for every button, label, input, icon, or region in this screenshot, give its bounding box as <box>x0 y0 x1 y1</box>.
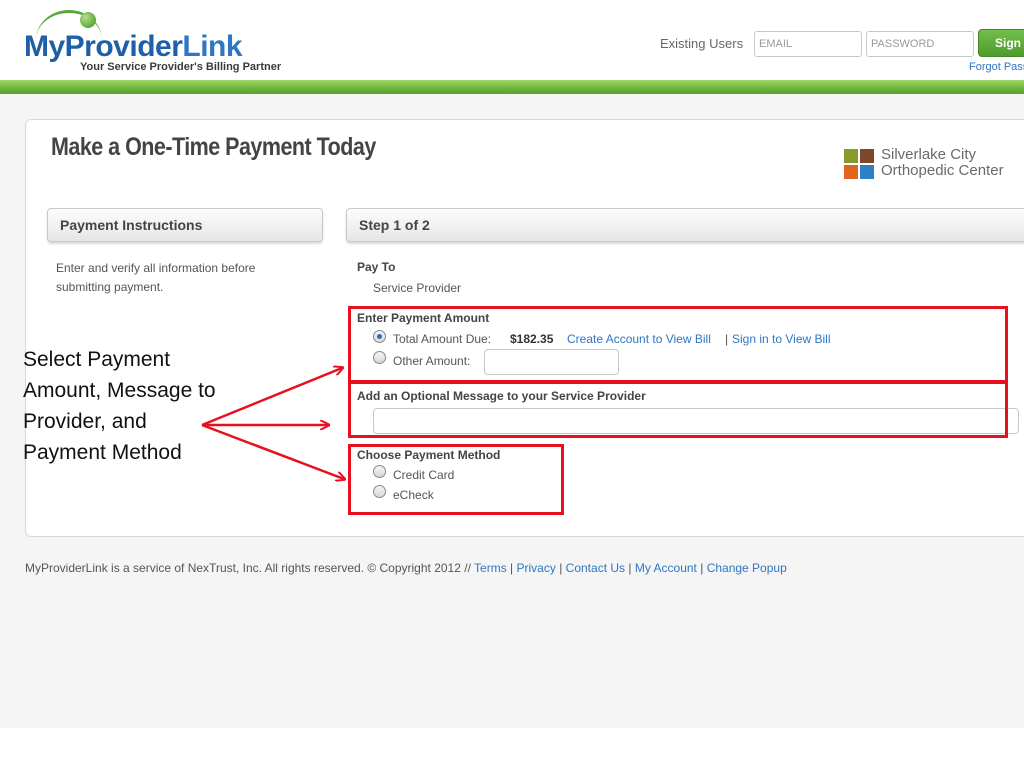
logo-square-olive <box>844 149 858 163</box>
highlight-method-box <box>348 444 564 515</box>
site-footer: MyProviderLink is a service of NexTrust,… <box>25 561 787 575</box>
footer-link-my-account[interactable]: My Account <box>635 561 697 575</box>
provider-name-line2: Orthopedic Center <box>881 162 1004 179</box>
header-green-bar <box>0 80 1024 94</box>
annotation-line: Select Payment <box>23 348 171 371</box>
pay-to-label: Pay To <box>357 260 396 274</box>
logo-tagline: Your Service Provider's Billing Partner <box>80 61 282 73</box>
step-header: Step 1 of 2 <box>346 208 1024 242</box>
sign-in-button[interactable]: Sign <box>978 29 1024 57</box>
password-field[interactable] <box>866 31 974 57</box>
provider-name: Silverlake City Orthopedic Center <box>881 147 1004 179</box>
forgot-password-link[interactable]: Forgot Pass <box>969 61 1024 73</box>
footer-link-privacy[interactable]: Privacy <box>517 561 556 575</box>
pay-to-value: Service Provider <box>373 281 462 295</box>
step-header-label: Step 1 of 2 <box>359 217 430 233</box>
annotation-line: Payment Method <box>23 441 182 464</box>
instructions-header-label: Payment Instructions <box>60 217 203 233</box>
footer-text: MyProviderLink is a service of NexTrust,… <box>25 561 471 575</box>
instructions-text: Enter and verify all information before … <box>56 261 256 294</box>
logo-text-a: MyProvider <box>24 30 183 63</box>
email-field[interactable] <box>754 31 862 57</box>
highlight-message-box <box>348 381 1008 438</box>
footer-separator: | <box>628 561 632 575</box>
logo-wordmark: MyProviderLink <box>24 30 243 64</box>
footer-link-terms[interactable]: Terms <box>474 561 507 575</box>
logo-square-orange <box>844 165 858 179</box>
existing-users-label: Existing Users <box>660 36 744 51</box>
logo-square-blue <box>860 165 874 179</box>
footer-link-change-popup[interactable]: Change Popup <box>707 561 787 575</box>
footer-separator: | <box>559 561 563 575</box>
logo-text-b: Link <box>182 30 243 63</box>
highlight-amount-box <box>348 306 1008 383</box>
annotation-line: Provider, and <box>23 410 147 433</box>
footer-link-contact[interactable]: Contact Us <box>566 561 625 575</box>
instructions-header: Payment Instructions <box>47 208 323 242</box>
footer-separator: | <box>510 561 514 575</box>
site-header: MyProviderLink Your Service Provider's B… <box>0 0 1024 80</box>
logo-dot-icon <box>80 12 96 28</box>
annotation-line: Amount, Message to <box>23 379 216 402</box>
site-logo[interactable]: MyProviderLink Your Service Provider's B… <box>24 10 304 76</box>
slide: MyProviderLink Your Service Provider's B… <box>0 0 1024 768</box>
provider-logo: Silverlake City Orthopedic Center <box>844 147 1024 187</box>
page-title: Make a One-Time Payment Today <box>51 133 376 161</box>
annotation-text: Select Payment Amount, Message to Provid… <box>23 344 253 468</box>
provider-name-line1: Silverlake City <box>881 146 977 163</box>
footer-separator: | <box>700 561 704 575</box>
logo-square-brown <box>860 149 874 163</box>
